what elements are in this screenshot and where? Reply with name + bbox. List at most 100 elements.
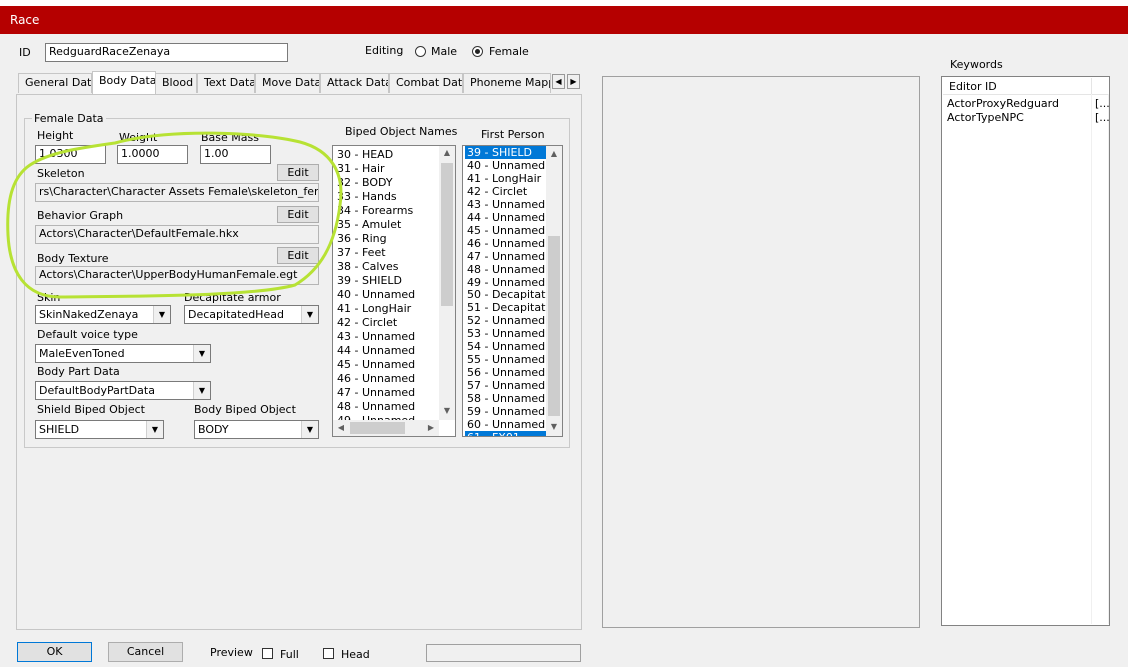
keywords-list[interactable] [941,76,1110,626]
first-person-vscrollbar[interactable]: ▲ ▼ [546,146,562,436]
list-item[interactable]: 45 - Unnamed [337,358,415,371]
keyword-row[interactable]: ActorTypeNPC [... [943,111,1110,124]
tab-combat-data[interactable]: Combat Data [389,73,463,93]
shield-biped-object-select[interactable]: SHIELD ▼ [35,420,164,439]
list-item[interactable]: 36 - Ring [337,232,387,245]
list-item[interactable]: 41 - LongHair [467,172,541,185]
body-part-data-select[interactable]: DefaultBodyPartData ▼ [35,381,211,400]
tab-phoneme-mapping[interactable]: Phoneme Mappi [463,73,551,93]
scroll-thumb[interactable] [548,236,560,416]
list-item[interactable]: 57 - Unnamed [467,379,545,392]
list-item[interactable]: 47 - Unnamed [467,250,545,263]
list-item[interactable]: 46 - Unnamed [337,372,415,385]
skeleton-edit-button[interactable]: Edit [277,164,319,181]
skin-select[interactable]: SkinNakedZenaya ▼ [35,305,171,324]
biped-object-names-label: Biped Object Names [345,125,458,138]
body-biped-object-select[interactable]: BODY ▼ [194,420,319,439]
full-checkbox[interactable] [262,648,273,659]
scroll-left-icon[interactable]: ◀ [333,423,349,432]
tab-scroll-left-icon[interactable]: ◀ [552,74,565,89]
biped-list-hscrollbar[interactable]: ◀ ▶ [333,420,439,436]
scroll-thumb[interactable] [441,163,453,306]
tab-general-data[interactable]: General Data [18,73,92,93]
body-texture-path-field[interactable]: Actors\Character\UpperBodyHumanFemale.eg… [35,266,319,285]
list-item[interactable]: 42 - Circlet [337,316,397,329]
list-item[interactable]: 55 - Unnamed [467,353,545,366]
list-item[interactable]: 41 - LongHair [337,302,411,315]
biped-list-vscrollbar[interactable]: ▲ ▼ [439,146,455,420]
body-texture-edit-button[interactable]: Edit [277,247,319,264]
tab-attack-data[interactable]: Attack Data [320,73,389,93]
tab-move-data[interactable]: Move Data [255,73,320,93]
keyword-row[interactable]: ActorProxyRedguard [... [943,97,1110,110]
default-voice-type-select[interactable]: MaleEvenToned ▼ [35,344,211,363]
list-item[interactable]: 51 - Decapitate [467,301,552,314]
list-item[interactable]: 56 - Unnamed [467,366,545,379]
scroll-up-icon[interactable]: ▲ [439,148,455,157]
male-radio[interactable] [415,46,426,57]
list-item[interactable]: 31 - Hair [337,162,385,175]
tab-text-data[interactable]: Text Data [197,73,255,93]
list-item[interactable]: 48 - Unnamed [467,263,545,276]
list-item[interactable]: 33 - Hands [337,190,397,203]
tab-scroll-right-icon[interactable]: ▶ [567,74,580,89]
scroll-right-icon[interactable]: ▶ [423,423,439,432]
base-mass-input[interactable]: 1.00 [200,145,271,164]
skeleton-path-field[interactable]: rs\Character\Character Assets Female\ske… [35,183,319,202]
scroll-up-icon[interactable]: ▲ [546,149,562,158]
scroll-down-icon[interactable]: ▼ [546,422,562,431]
list-item[interactable]: 59 - Unnamed [467,405,545,418]
keyword-extra: [... [1095,111,1110,124]
list-item[interactable]: 43 - Unnamed [467,198,545,211]
scroll-down-icon[interactable]: ▼ [439,406,455,415]
chevron-down-icon: ▼ [301,306,318,323]
preview-status-field [426,644,581,662]
list-item[interactable]: 45 - Unnamed [467,224,545,237]
list-item[interactable]: 37 - Feet [337,246,386,259]
list-item[interactable]: 44 - Unnamed [467,211,545,224]
list-item[interactable]: 39 - SHIELD [337,274,402,287]
female-radio[interactable] [472,46,483,57]
list-item[interactable]: 40 - Unnamed [337,288,415,301]
behavior-graph-edit-button[interactable]: Edit [277,206,319,223]
list-item[interactable]: 47 - Unnamed [337,386,415,399]
tab-body-data[interactable]: Body Data [92,71,156,95]
tab-blood[interactable]: Blood [155,73,197,93]
list-item[interactable]: 48 - Unnamed [337,400,415,413]
scroll-thumb[interactable] [350,422,405,434]
list-item[interactable]: 43 - Unnamed [337,330,415,343]
head-checkbox[interactable] [323,648,334,659]
list-item[interactable]: 52 - Unnamed [467,314,545,327]
list-item[interactable]: 53 - Unnamed [467,327,545,340]
list-item[interactable]: 30 - HEAD [337,148,393,161]
list-item[interactable]: 46 - Unnamed [467,237,545,250]
decapitate-armor-select[interactable]: DecapitatedHead ▼ [184,305,319,324]
keywords-column-header[interactable]: Editor ID [943,78,1092,95]
weight-input[interactable]: 1.0000 [117,145,188,164]
height-label: Height [37,129,74,142]
list-item[interactable]: 49 - Unnamed [467,276,545,289]
keywords-column-header-extra[interactable] [1091,78,1108,95]
id-input[interactable]: RedguardRaceZenaya [45,43,288,62]
list-item[interactable]: 54 - Unnamed [467,340,545,353]
list-item[interactable]: 58 - Unnamed [467,392,545,405]
first-person-list[interactable]: 61 - FX0160 - Unnamed59 - Unnamed58 - Un… [462,145,563,437]
default-voice-type-value: MaleEvenToned [39,347,125,360]
list-item[interactable]: 61 - FX01 [465,430,547,436]
list-item[interactable]: 60 - Unnamed [467,418,545,431]
list-item[interactable]: 34 - Forearms [337,204,413,217]
biped-object-names-list[interactable]: 49 - Unnamed48 - Unnamed47 - Unnamed46 -… [332,145,456,437]
behavior-graph-path-field[interactable]: Actors\Character\DefaultFemale.hkx [35,225,319,244]
list-item[interactable]: 42 - Circlet [467,185,527,198]
list-item[interactable]: 35 - Amulet [337,218,401,231]
list-item[interactable]: 44 - Unnamed [337,344,415,357]
height-input[interactable]: 1.0300 [35,145,106,164]
list-item[interactable]: 38 - Calves [337,260,398,273]
cancel-button[interactable]: Cancel [108,642,183,662]
list-item[interactable]: 32 - BODY [337,176,393,189]
ok-button[interactable]: OK [17,642,92,662]
title-bar[interactable]: Race [0,6,1128,34]
list-item[interactable]: 40 - Unnamed [467,159,545,172]
list-item[interactable]: 39 - SHIELD [465,146,547,159]
head-checkbox-label: Head [341,648,370,661]
